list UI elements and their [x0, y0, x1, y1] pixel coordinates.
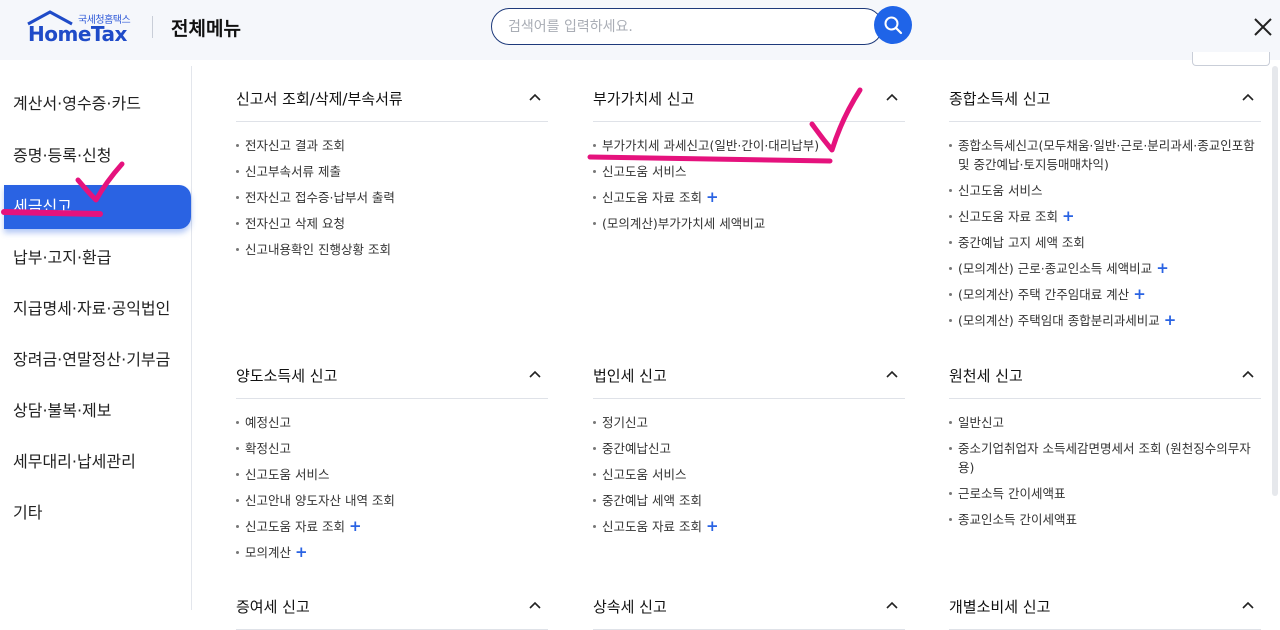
search-button[interactable] [874, 6, 912, 44]
section-title: 종합소득세 신고 [949, 90, 1051, 108]
top-header: 국세청홈택스 HomeTax 전체메뉴 [0, 0, 1280, 60]
header-divider [152, 16, 153, 38]
menu-link[interactable]: 중소기업취업자 소득세감면명세서 조회 (원천징수의무자용) [949, 439, 1261, 477]
menu-link[interactable]: 신고도움 서비스 [949, 181, 1261, 200]
section-header[interactable]: 종합소득세 신고 [949, 82, 1261, 122]
section-income-tax: 종합소득세 신고 종합소득세신고(모두채움·일반·근로·분리과세·종교인포함 및… [949, 82, 1261, 337]
section-header[interactable]: 증여세 신고 [236, 590, 548, 630]
section-title: 원천세 신고 [949, 367, 1023, 385]
section-vat: 부가가치세 신고 부가가치세 과세신고(일반·간이·대리납부) 신고도움 서비스… [593, 82, 905, 240]
section-header[interactable]: 법인세 신고 [593, 359, 905, 399]
sidebar-item-etc[interactable]: 기타 [0, 491, 192, 535]
section-title: 상속세 신고 [593, 598, 667, 616]
menu-link[interactable]: 정기신고 [593, 413, 905, 432]
section-withholding-tax: 원천세 신고 일반신고 중소기업취업자 소득세감면명세서 조회 (원천징수의무자… [949, 359, 1261, 536]
chevron-up-icon [1242, 370, 1254, 378]
sidebar-item-payment[interactable]: 납부·고지·환급 [0, 236, 192, 280]
menu-link[interactable]: 일반신고 [949, 413, 1261, 432]
chevron-up-icon [529, 370, 541, 378]
menu-link[interactable]: 중간예납 고지 세액 조회 [949, 233, 1261, 252]
section-header[interactable]: 원천세 신고 [949, 359, 1261, 399]
page-title: 전체메뉴 [171, 18, 241, 40]
menu-link[interactable]: 신고도움 서비스 [593, 162, 905, 181]
section-title: 부가가치세 신고 [593, 90, 695, 108]
menu-link[interactable]: 신고안내 양도자산 내역 조회 [236, 491, 548, 510]
search-icon [884, 16, 903, 35]
sidebar-item-certificates[interactable]: 증명·등록·신청 [0, 134, 192, 178]
sidebar: 계산서·영수증·카드 증명·등록·신청 세금신고 납부·고지·환급 지급명세·자… [0, 66, 192, 610]
section-header[interactable]: 개별소비세 신고 [949, 590, 1261, 630]
logo-text: HomeTax [28, 22, 127, 46]
section-inheritance-tax: 상속세 신고 [593, 590, 905, 630]
chevron-up-icon [1242, 93, 1254, 101]
menu-link[interactable]: 신고도움 자료 조회 + [236, 517, 548, 536]
menu-link[interactable]: 근로소득 간이세액표 [949, 484, 1261, 503]
menu-link[interactable]: 중간예납신고 [593, 439, 905, 458]
sidebar-item-consultation[interactable]: 상담·불복·제보 [0, 389, 192, 433]
header-tab-handle[interactable] [1192, 52, 1270, 66]
section-title: 신고서 조회/삭제/부속서류 [236, 90, 403, 108]
plus-icon[interactable]: + [1062, 207, 1075, 225]
menu-link[interactable]: 전자신고 삭제 요청 [236, 214, 548, 233]
menu-link[interactable]: 신고도움 자료 조회 + [949, 207, 1261, 226]
chevron-up-icon [529, 93, 541, 101]
chevron-up-icon [886, 93, 898, 101]
plus-icon[interactable]: + [295, 543, 308, 561]
plus-icon[interactable]: + [1156, 259, 1169, 277]
menu-link[interactable]: 종합소득세신고(모두채움·일반·근로·분리과세·종교인포함 및 중간예납·토지등… [949, 136, 1261, 174]
section-header[interactable]: 신고서 조회/삭제/부속서류 [236, 82, 548, 122]
search-input[interactable] [508, 15, 868, 39]
scrollbar[interactable] [1272, 66, 1278, 496]
section-capital-gains: 양도소득세 신고 예정신고 확정신고 신고도움 서비스 신고안내 양도자산 내역… [236, 359, 548, 569]
plus-icon[interactable]: + [706, 188, 719, 206]
menu-link[interactable]: 종교인소득 간이세액표 [949, 510, 1261, 529]
close-icon [1254, 18, 1272, 36]
menu-link[interactable]: 확정신고 [236, 439, 548, 458]
plus-icon[interactable]: + [706, 517, 719, 535]
search-box [491, 8, 883, 45]
section-title: 개별소비세 신고 [949, 598, 1051, 616]
menu-link[interactable]: 중간예납 세액 조회 [593, 491, 905, 510]
section-filing-lookup: 신고서 조회/삭제/부속서류 전자신고 결과 조회 신고부속서류 제출 전자신고… [236, 82, 548, 266]
menu-link[interactable]: 전자신고 접수증·납부서 출력 [236, 188, 548, 207]
hometax-logo[interactable]: 국세청홈택스 HomeTax [22, 8, 134, 48]
section-title: 양도소득세 신고 [236, 367, 338, 385]
section-excise-tax: 개별소비세 신고 [949, 590, 1261, 630]
sidebar-item-tax-filing[interactable]: 세금신고 [4, 185, 191, 229]
section-header[interactable]: 부가가치세 신고 [593, 82, 905, 122]
menu-link[interactable]: 부가가치세 과세신고(일반·간이·대리납부) [593, 136, 905, 155]
section-corporate-tax: 법인세 신고 정기신고 중간예납신고 신고도움 서비스 중간예납 세액 조회 신… [593, 359, 905, 543]
menu-link[interactable]: (모의계산) 근로·종교인소득 세액비교 + [949, 259, 1261, 278]
close-button[interactable] [1250, 14, 1276, 40]
menu-link[interactable]: (모의계산) 주택 간주임대료 계산 + [949, 285, 1261, 304]
menu-link[interactable]: (모의계산)부가가치세 세액비교 [593, 214, 905, 233]
section-gift-tax: 증여세 신고 [236, 590, 548, 630]
chevron-up-icon [886, 370, 898, 378]
sidebar-item-invoices[interactable]: 계산서·영수증·카드 [0, 82, 192, 126]
sidebar-item-statements[interactable]: 지급명세·자료·공익법인 [0, 287, 192, 331]
menu-link[interactable]: (모의계산) 주택임대 종합분리과세비교 + [949, 311, 1261, 330]
section-header[interactable]: 양도소득세 신고 [236, 359, 548, 399]
section-header[interactable]: 상속세 신고 [593, 590, 905, 630]
menu-link[interactable]: 전자신고 결과 조회 [236, 136, 548, 155]
plus-icon[interactable]: + [1133, 285, 1146, 303]
menu-link[interactable]: 예정신고 [236, 413, 548, 432]
menu-link[interactable]: 신고부속서류 제출 [236, 162, 548, 181]
sidebar-item-tax-agent[interactable]: 세무대리·납세관리 [0, 440, 192, 484]
menu-link[interactable]: 신고도움 서비스 [593, 465, 905, 484]
menu-link[interactable]: 신고도움 자료 조회 + [593, 517, 905, 536]
menu-link[interactable]: 신고도움 서비스 [236, 465, 548, 484]
menu-link[interactable]: 신고도움 자료 조회 + [593, 188, 905, 207]
section-title: 법인세 신고 [593, 367, 667, 385]
sidebar-item-incentives[interactable]: 장려금·연말정산·기부금 [0, 338, 192, 382]
plus-icon[interactable]: + [1164, 311, 1177, 329]
plus-icon[interactable]: + [349, 517, 362, 535]
menu-link[interactable]: 신고내용확인 진행상황 조회 [236, 240, 548, 259]
menu-link[interactable]: 모의계산 + [236, 543, 548, 562]
section-title: 증여세 신고 [236, 598, 310, 616]
